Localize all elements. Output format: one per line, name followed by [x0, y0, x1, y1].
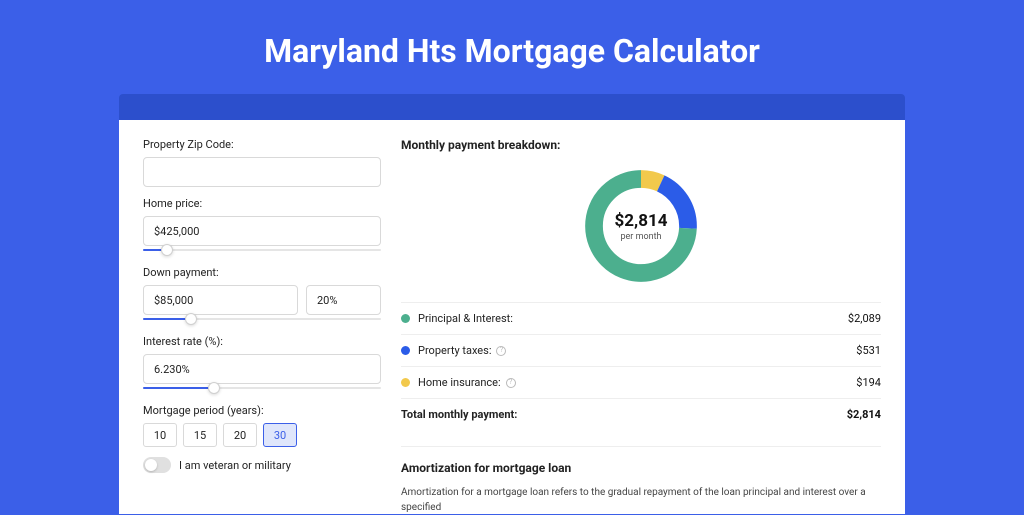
donut-chart-wrap: $2,814 per month — [401, 164, 881, 288]
breakdown-column: Monthly payment breakdown: $2,814 per mo… — [401, 138, 881, 514]
breakdown-item-value: $194 — [856, 376, 881, 389]
zip-input[interactable] — [143, 157, 381, 187]
total-label: Total monthly payment: — [401, 408, 847, 421]
breakdown-item-value: $531 — [856, 344, 881, 357]
veteran-toggle-row: I am veteran or military — [143, 457, 381, 473]
calculator-outer-card: Property Zip Code: Home price: Down paym… — [119, 94, 905, 514]
slider-thumb[interactable] — [208, 382, 220, 394]
calculator-inner-card: Property Zip Code: Home price: Down paym… — [119, 120, 905, 514]
donut-amount: $2,814 — [615, 211, 668, 231]
info-icon[interactable]: ? — [496, 346, 506, 356]
info-icon[interactable]: ? — [506, 378, 516, 388]
mortgage-period-field: Mortgage period (years): 10152030 — [143, 404, 381, 447]
donut-center: $2,814 per month — [579, 164, 703, 288]
amortization-section: Amortization for mortgage loan Amortizat… — [401, 446, 881, 515]
amortization-body: Amortization for a mortgage loan refers … — [401, 485, 881, 515]
breakdown-item-label: Principal & Interest: — [418, 312, 848, 325]
breakdown-item: Home insurance:?$194 — [401, 366, 881, 398]
down-payment-amount-input[interactable] — [143, 285, 298, 315]
slider-track — [143, 249, 381, 251]
down-payment-pct-input[interactable] — [306, 285, 381, 315]
down-payment-slider[interactable] — [143, 313, 381, 325]
legend-dot-icon — [401, 346, 410, 355]
breakdown-title: Monthly payment breakdown: — [401, 138, 881, 152]
legend-dot-icon — [401, 378, 410, 387]
breakdown-item: Property taxes:?$531 — [401, 334, 881, 366]
interest-rate-slider[interactable] — [143, 382, 381, 394]
donut-chart: $2,814 per month — [579, 164, 703, 288]
donut-sub: per month — [620, 232, 661, 242]
down-payment-row — [143, 285, 381, 315]
total-row: Total monthly payment: $2,814 — [401, 398, 881, 430]
slider-thumb[interactable] — [161, 244, 173, 256]
down-payment-label: Down payment: — [143, 266, 381, 279]
form-column: Property Zip Code: Home price: Down paym… — [143, 138, 381, 514]
period-option-10[interactable]: 10 — [143, 423, 177, 447]
mortgage-period-label: Mortgage period (years): — [143, 404, 381, 417]
home-price-field: Home price: — [143, 197, 381, 256]
veteran-toggle[interactable] — [143, 457, 171, 473]
legend-dot-icon — [401, 314, 410, 323]
period-option-20[interactable]: 20 — [223, 423, 257, 447]
zip-label: Property Zip Code: — [143, 138, 381, 151]
breakdown-item: Principal & Interest:$2,089 — [401, 302, 881, 334]
period-option-30[interactable]: 30 — [263, 423, 297, 447]
slider-thumb[interactable] — [185, 313, 197, 325]
breakdown-item-value: $2,089 — [848, 312, 881, 325]
veteran-toggle-label: I am veteran or military — [179, 459, 291, 472]
total-value: $2,814 — [847, 408, 881, 421]
breakdown-line-items: Principal & Interest:$2,089Property taxe… — [401, 302, 881, 398]
amortization-title: Amortization for mortgage loan — [401, 461, 881, 475]
home-price-input[interactable] — [143, 216, 381, 246]
toggle-knob — [145, 459, 157, 471]
interest-rate-label: Interest rate (%): — [143, 335, 381, 348]
down-payment-field: Down payment: — [143, 266, 381, 325]
interest-rate-field: Interest rate (%): — [143, 335, 381, 394]
zip-field: Property Zip Code: — [143, 138, 381, 187]
page-title: Maryland Hts Mortgage Calculator — [0, 0, 1024, 94]
home-price-slider[interactable] — [143, 244, 381, 256]
breakdown-item-label: Property taxes:? — [418, 344, 856, 357]
slider-fill — [143, 318, 191, 320]
breakdown-item-label: Home insurance:? — [418, 376, 856, 389]
home-price-label: Home price: — [143, 197, 381, 210]
mortgage-period-options: 10152030 — [143, 423, 381, 447]
slider-fill — [143, 387, 214, 389]
interest-rate-input[interactable] — [143, 354, 381, 384]
period-option-15[interactable]: 15 — [183, 423, 217, 447]
